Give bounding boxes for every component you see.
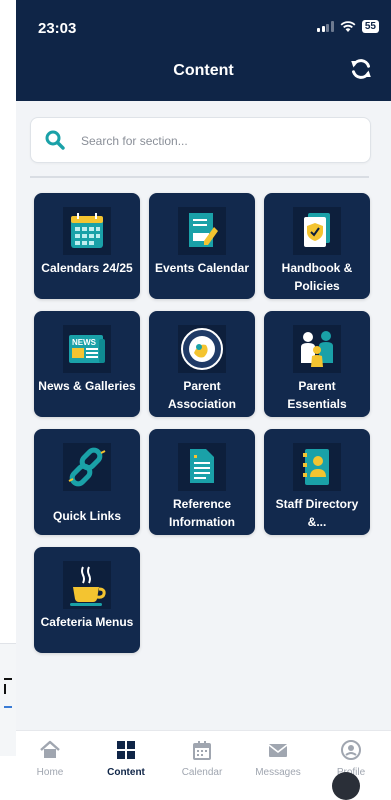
tile-parent-association[interactable]: Parent Association <box>149 311 255 417</box>
tab-messages[interactable]: Messages <box>248 739 308 778</box>
refresh-icon[interactable] <box>349 57 373 81</box>
tab-bar: Home Content Calendar Messages <box>16 730 391 783</box>
tile-quick-links[interactable]: Quick Links <box>34 429 140 535</box>
tile-label: News & Galleries <box>38 379 136 393</box>
svg-text:NEWS: NEWS <box>72 338 97 347</box>
mail-icon <box>268 744 288 757</box>
search-bar[interactable] <box>30 117 371 163</box>
tab-label: Calendar <box>181 767 223 778</box>
floating-action-button[interactable] <box>332 772 360 800</box>
status-time: 23:03 <box>38 20 77 37</box>
wifi-icon <box>340 20 356 32</box>
background-window-fragment <box>0 643 16 756</box>
page-title: Content <box>173 62 234 79</box>
document-edit-icon <box>178 207 226 255</box>
news-icon: NEWS <box>63 325 111 373</box>
link-icon <box>63 443 111 491</box>
tile-cafeteria-menus[interactable]: Cafeteria Menus <box>34 547 140 653</box>
tile-label: Calendars 24/25 <box>41 261 133 275</box>
document-icon <box>178 443 226 491</box>
handbook-shield-icon <box>293 207 341 255</box>
tile-staff-directory[interactable]: Staff Directory &... <box>264 429 370 535</box>
search-input[interactable] <box>79 128 353 154</box>
grid-icon <box>117 741 135 759</box>
signal-icon <box>317 21 334 32</box>
coffee-cup-icon <box>63 561 111 609</box>
tab-label: Messages <box>255 767 301 778</box>
calendar-icon <box>193 741 211 760</box>
tab-content[interactable]: Content <box>96 739 156 778</box>
tab-label: Content <box>107 767 145 778</box>
tile-label: Quick Links <box>52 509 122 523</box>
contact-book-icon <box>293 443 341 491</box>
tile-label: Handbook & Policies <box>281 261 353 293</box>
tile-events-calendar[interactable]: Events Calendar <box>149 193 255 299</box>
tile-parent-essentials[interactable]: Parent Essentials <box>264 311 370 417</box>
tab-label: Home <box>36 767 64 778</box>
tile-label: Events Calendar <box>154 261 250 275</box>
battery-indicator: 55 <box>361 20 379 33</box>
tile-label: Reference Information <box>169 497 235 529</box>
tile-calendars[interactable]: Calendars 24/25 <box>34 193 140 299</box>
tile-handbook[interactable]: Handbook & Policies <box>264 193 370 299</box>
tile-label: Parent Essentials <box>287 379 347 411</box>
app-screen: 23:03 55 Content Search for section... C… <box>16 0 391 783</box>
tile-news-galleries[interactable]: NEWS News & Galleries <box>34 311 140 417</box>
user-icon <box>341 740 361 760</box>
status-indicators: 55 <box>317 20 379 33</box>
family-icon <box>293 325 341 373</box>
tab-home[interactable]: Home <box>20 739 80 778</box>
tile-label: Staff Directory &... <box>275 497 359 529</box>
search-icon <box>45 130 65 150</box>
tab-calendar[interactable]: Calendar <box>172 739 232 778</box>
home-icon <box>40 740 60 758</box>
divider <box>30 176 369 178</box>
tile-reference-information[interactable]: Reference Information <box>149 429 255 535</box>
association-badge-icon <box>178 325 226 373</box>
tile-label: Parent Association <box>167 379 236 411</box>
header: 23:03 55 Content <box>16 0 391 101</box>
calendar-grid-icon <box>63 207 111 255</box>
tile-label: Cafeteria Menus <box>40 615 134 629</box>
